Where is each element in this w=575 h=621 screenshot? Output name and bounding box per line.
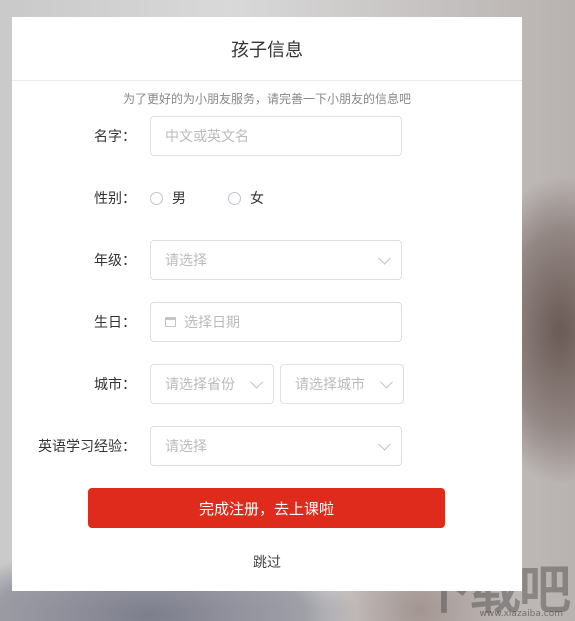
city-label: 城市： [94, 377, 136, 393]
child-info-modal: 孩子信息 为了更好的为小朋友服务，请完善一下小朋友的信息吧 名字： 中文或英文名… [12, 17, 522, 591]
name-placeholder: 中文或英文名 [165, 129, 249, 145]
gender-row: 性别： 男 女 [12, 178, 522, 218]
gender-radio-group: 男 女 [150, 188, 306, 208]
province-placeholder: 请选择省份 [165, 377, 235, 393]
province-select[interactable]: 请选择省份 [150, 364, 274, 404]
gender-option-female[interactable]: 女 [228, 188, 264, 208]
calendar-icon [165, 317, 176, 327]
skip-link[interactable]: 跳过 [12, 552, 522, 572]
gender-option-male[interactable]: 男 [150, 188, 186, 208]
name-input[interactable]: 中文或英文名 [150, 116, 402, 156]
chevron-down-icon [378, 437, 391, 451]
gender-female-label: 女 [250, 191, 264, 207]
birthday-placeholder: 选择日期 [184, 315, 240, 331]
gender-label: 性别： [94, 191, 136, 207]
gender-male-label: 男 [172, 191, 186, 207]
birthday-date-picker[interactable]: 选择日期 [150, 302, 402, 342]
radio-male[interactable] [150, 191, 163, 205]
modal-header: 孩子信息 [12, 17, 522, 81]
english-experience-placeholder: 请选择 [165, 439, 207, 455]
grade-select[interactable]: 请选择 [150, 240, 402, 280]
form-hint: 为了更好的为小朋友服务，请完善一下小朋友的信息吧 [122, 92, 411, 106]
city-placeholder: 请选择城市 [295, 377, 365, 393]
grade-label: 年级： [94, 253, 136, 269]
city-row: 城市： 请选择省份 请选择城市 [12, 364, 522, 404]
modal-title: 孩子信息 [231, 39, 303, 61]
birthday-label: 生日： [94, 315, 136, 331]
grade-row: 年级： 请选择 [12, 240, 522, 280]
submit-button[interactable]: 完成注册，去上课啦 [88, 488, 445, 528]
name-row: 名字： 中文或英文名 [12, 116, 522, 156]
english-experience-select[interactable]: 请选择 [150, 426, 402, 466]
chevron-down-icon [380, 375, 393, 389]
english-experience-row: 英语学习经验： 请选择 [12, 426, 522, 466]
chevron-down-icon [250, 375, 263, 389]
city-select[interactable]: 请选择城市 [280, 364, 404, 404]
radio-female[interactable] [228, 191, 241, 205]
watermark-url: www.xiazaiba.com [479, 609, 563, 619]
birthday-row: 生日： 选择日期 [12, 302, 522, 342]
grade-placeholder: 请选择 [165, 253, 207, 269]
chevron-down-icon [378, 251, 391, 265]
english-experience-label: 英语学习经验： [38, 439, 136, 455]
name-label: 名字： [94, 129, 136, 145]
